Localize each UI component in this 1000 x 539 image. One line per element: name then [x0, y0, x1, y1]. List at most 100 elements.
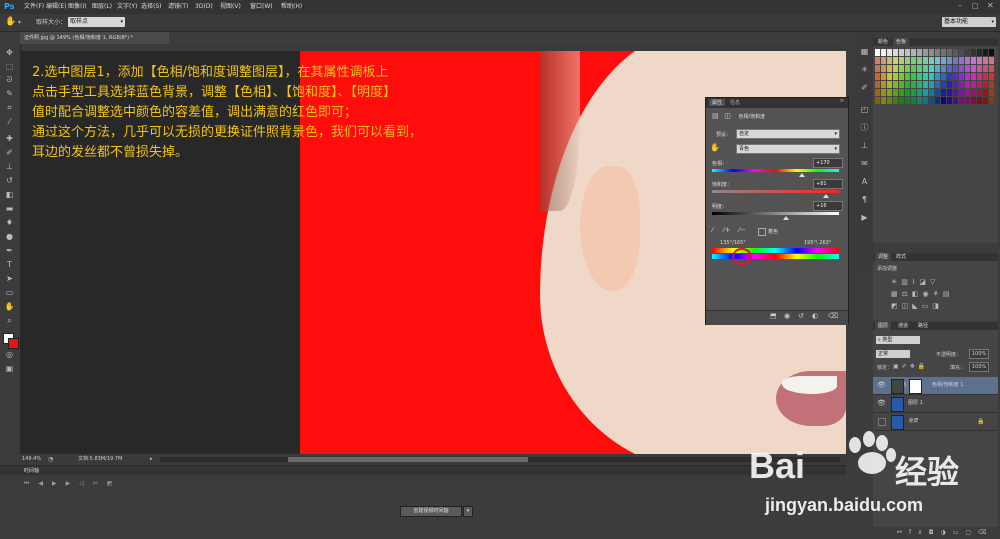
swatch[interactable] — [989, 89, 994, 96]
swatch[interactable] — [983, 97, 988, 104]
lightness-slider-thumb[interactable] — [782, 216, 789, 220]
threshold-icon[interactable]: ◣ — [912, 302, 921, 310]
eyedropper-tool-icon[interactable]: ✋ — [5, 14, 16, 31]
visibility-icon[interactable]: ◐ — [812, 312, 818, 320]
swatch[interactable] — [881, 49, 886, 56]
swatch[interactable] — [989, 65, 994, 72]
swatch[interactable] — [911, 89, 916, 96]
swatch[interactable] — [905, 65, 910, 72]
swatch[interactable] — [935, 97, 940, 104]
swatch[interactable] — [941, 49, 946, 56]
crop-tool-icon[interactable]: ⌗ — [4, 103, 15, 112]
document-tab[interactable]: 证件照.jpg @ 149% (色相/饱和度 1, RGB/8*) * — [20, 32, 169, 44]
close-icon[interactable]: ✕ — [987, 0, 994, 13]
lasso-tool-icon[interactable]: ᘐ — [4, 75, 15, 84]
swatch[interactable] — [911, 65, 916, 72]
hue-slider[interactable] — [712, 169, 839, 172]
swatch[interactable] — [947, 81, 952, 88]
eye-icon[interactable]: 👁 — [877, 377, 886, 394]
swatch[interactable] — [941, 57, 946, 64]
swatch[interactable] — [947, 73, 952, 80]
swatch[interactable] — [911, 57, 916, 64]
swatch[interactable] — [965, 65, 970, 72]
swatch[interactable] — [881, 57, 886, 64]
tab-timeline[interactable]: 时间轴 — [24, 467, 39, 474]
swatch[interactable] — [911, 97, 916, 104]
horizontal-scrollbar[interactable] — [160, 457, 840, 462]
minimize-icon[interactable]: – — [958, 0, 962, 13]
eyedropper-minus-icon[interactable]: ⁄− — [739, 226, 746, 234]
swatch[interactable] — [923, 73, 928, 80]
swatch[interactable] — [989, 97, 994, 104]
menu-file[interactable]: 文件(F) — [24, 0, 44, 14]
channel-mixer-icon[interactable]: ⚘ — [933, 290, 943, 298]
notes-icon[interactable]: ✉ — [859, 158, 870, 169]
swatch[interactable] — [977, 49, 982, 56]
posterize-icon[interactable]: ◫ — [902, 302, 913, 310]
swatch[interactable] — [959, 49, 964, 56]
swatch[interactable] — [947, 65, 952, 72]
layer-row[interactable]: 👁 § 色相/饱和度 1 — [873, 377, 998, 395]
swatch[interactable] — [941, 89, 946, 96]
levels-icon[interactable]: ▥ — [901, 278, 912, 286]
view-previous-icon[interactable]: ◉ — [784, 312, 790, 320]
navigator-icon[interactable]: ✳ — [859, 64, 870, 75]
swatch[interactable] — [911, 49, 916, 56]
swatch[interactable] — [971, 81, 976, 88]
swatch[interactable] — [983, 81, 988, 88]
zoom-tool-icon[interactable]: ⌕ — [4, 316, 15, 325]
swatch[interactable] — [875, 49, 880, 56]
menu-help[interactable]: 帮助(H) — [281, 0, 302, 14]
swatch[interactable] — [959, 65, 964, 72]
swatch[interactable] — [899, 49, 904, 56]
swatch[interactable] — [947, 89, 952, 96]
eyedropper-tool-icon[interactable]: ⁄ — [4, 117, 15, 126]
swatch[interactable] — [935, 73, 940, 80]
exposure-icon[interactable]: ◪ — [919, 278, 930, 286]
swatch[interactable] — [917, 73, 922, 80]
swatch[interactable] — [929, 73, 934, 80]
tool-preset-dropdown-icon[interactable]: ▾ — [18, 14, 21, 31]
actions-icon[interactable]: ▶ — [859, 212, 870, 223]
menu-view[interactable]: 视图(V) — [220, 0, 241, 14]
tab-info[interactable]: 信息 — [730, 99, 740, 106]
eye-icon[interactable]: 👁 — [877, 395, 886, 412]
history-icon[interactable]: ▦ — [859, 46, 870, 57]
swatch[interactable] — [965, 89, 970, 96]
tab-properties[interactable]: 属性 — [709, 99, 726, 106]
swatch[interactable] — [893, 57, 898, 64]
swatch[interactable] — [935, 89, 940, 96]
swatch[interactable] — [971, 73, 976, 80]
swatch[interactable] — [893, 89, 898, 96]
swatch[interactable] — [971, 49, 976, 56]
vibrance-icon[interactable]: ▽ — [930, 278, 939, 286]
swatch[interactable] — [935, 57, 940, 64]
reset-icon[interactable]: ↺ — [798, 312, 804, 320]
swatch[interactable] — [953, 57, 958, 64]
swatch[interactable] — [965, 57, 970, 64]
swatch[interactable] — [959, 57, 964, 64]
tab-channels[interactable]: 通道 — [895, 322, 911, 330]
clone-stamp-tool-icon[interactable]: ⊥ — [4, 162, 15, 171]
swatch[interactable] — [887, 97, 892, 104]
swatch[interactable] — [893, 65, 898, 72]
gradient-map-icon[interactable]: ▭ — [922, 302, 933, 310]
swatch[interactable] — [953, 81, 958, 88]
swatch[interactable] — [887, 57, 892, 64]
swatch[interactable] — [977, 89, 982, 96]
channel-select[interactable]: 青色 ▾ — [736, 144, 840, 154]
swatch[interactable] — [893, 97, 898, 104]
first-frame-icon[interactable]: ⏮ — [24, 480, 38, 487]
selective-color-icon[interactable]: ◨ — [932, 302, 943, 310]
swatch[interactable] — [905, 97, 910, 104]
menu-select[interactable]: 选择(S) — [141, 0, 162, 14]
status-export-icon[interactable]: ◔ — [48, 454, 53, 465]
swatch[interactable] — [971, 65, 976, 72]
scrollbar-thumb[interactable] — [288, 457, 528, 462]
tab-styles[interactable]: 样式 — [893, 253, 909, 261]
swatch[interactable] — [929, 81, 934, 88]
swatch[interactable] — [977, 65, 982, 72]
swatch[interactable] — [875, 89, 880, 96]
clone-source-icon[interactable]: ⊥ — [859, 140, 870, 151]
swatch[interactable] — [989, 73, 994, 80]
